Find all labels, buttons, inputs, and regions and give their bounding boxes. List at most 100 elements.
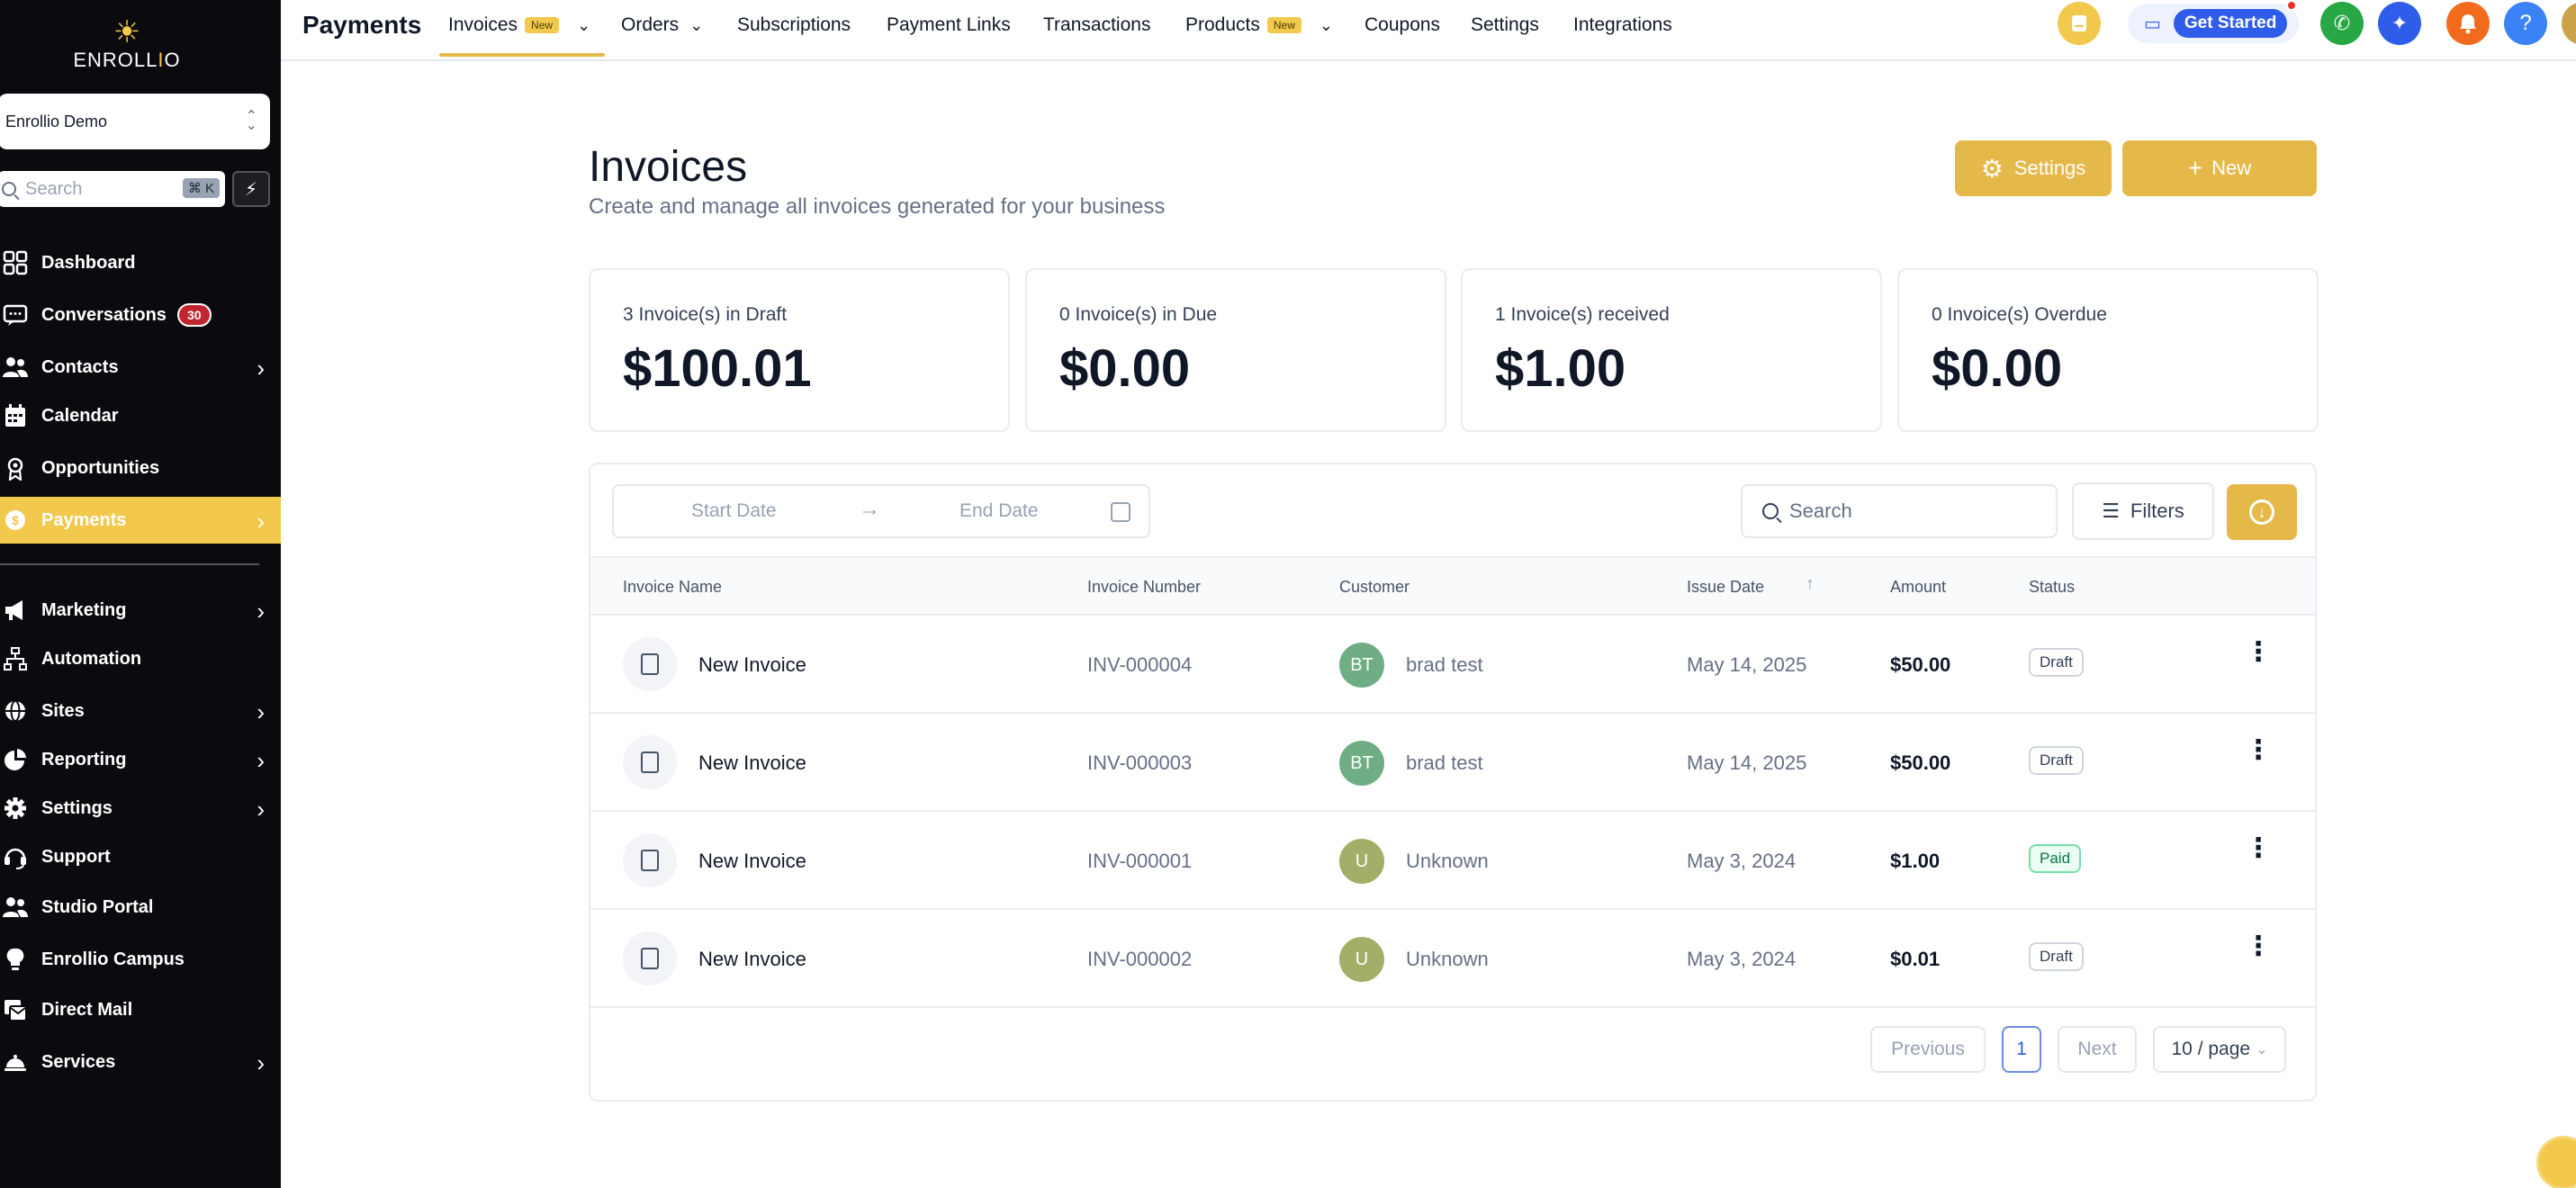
sidebar-item-label: Automation: [41, 648, 142, 669]
sidebar-item-sites[interactable]: Sites ›: [0, 688, 281, 734]
new-tag: New: [1266, 17, 1302, 33]
tab-payment-links[interactable]: Payment Links: [887, 14, 1011, 36]
column-header[interactable]: Amount: [1890, 578, 1946, 597]
document-icon: [623, 735, 677, 789]
table-row[interactable]: New Invoice INV-000004 BT brad test May …: [590, 616, 2315, 714]
invoice-name[interactable]: New Invoice: [698, 653, 806, 677]
sidebar-item-payments[interactable]: $ Payments ›: [0, 497, 281, 544]
chevron-right-icon: ›: [257, 508, 265, 535]
column-header[interactable]: Customer: [1339, 578, 1410, 597]
ai-sparkle-icon[interactable]: ✦: [2378, 2, 2421, 45]
sidebar-item-support[interactable]: Support: [0, 833, 281, 880]
tab-label: Products: [1185, 14, 1260, 35]
settings-button[interactable]: ⚙ Settings: [1955, 140, 2112, 196]
sidebar-item-calendar[interactable]: Calendar: [0, 392, 281, 439]
sidebar-item-reporting[interactable]: Reporting ›: [0, 736, 281, 783]
tab-settings[interactable]: Settings: [1471, 14, 1539, 36]
invoice-name[interactable]: New Invoice: [698, 752, 806, 775]
sidebar-item-services[interactable]: Services ›: [0, 1039, 281, 1085]
more-options-icon[interactable]: ⋮: [2245, 933, 2272, 960]
tab-integrations[interactable]: Integrations: [1573, 14, 1672, 36]
get-started-button[interactable]: Get Started: [2173, 9, 2288, 38]
avatar[interactable]: [2562, 2, 2576, 45]
sidebar-item-label: Enrollio Campus: [41, 949, 185, 969]
quick-action-button[interactable]: ⚡: [232, 171, 270, 207]
document-icon: [623, 637, 677, 691]
bell-icon[interactable]: [2446, 2, 2490, 45]
invoice-name[interactable]: New Invoice: [698, 850, 806, 873]
filters-button[interactable]: ☰ Filters: [2072, 482, 2214, 540]
sidebar-item-automation[interactable]: Automation: [0, 635, 281, 682]
sort-ascending-icon[interactable]: ↑: [1806, 574, 1815, 595]
sidebar-divider: [0, 563, 259, 565]
card-label: 0 Invoice(s) in Due: [1059, 304, 1218, 325]
tab-orders[interactable]: Orders ⌄: [621, 14, 703, 36]
chevron-right-icon: ›: [257, 1049, 265, 1076]
chevron-down-icon: ⌄: [2256, 1042, 2268, 1058]
tab-subscriptions[interactable]: Subscriptions: [737, 14, 851, 36]
more-options-icon[interactable]: ⋮: [2245, 737, 2272, 764]
card-label: 0 Invoice(s) Overdue: [1932, 304, 2107, 325]
chevron-down-icon[interactable]: ⌄: [1320, 16, 1333, 35]
sidebar-search[interactable]: Search ⌘ K: [0, 171, 225, 207]
start-date-input[interactable]: Start Date: [691, 500, 777, 522]
table-search-input[interactable]: Search: [1741, 484, 2058, 538]
invoice-name[interactable]: New Invoice: [698, 948, 806, 971]
phone-icon[interactable]: ✆: [2320, 2, 2364, 45]
table-row[interactable]: New Invoice INV-000003 BT brad test May …: [590, 714, 2315, 812]
table-header: Invoice Name Invoice Number Customer Iss…: [590, 556, 2315, 616]
date-range-picker[interactable]: Start Date → End Date: [612, 484, 1150, 538]
invoice-number: INV-000001: [1087, 850, 1193, 872]
new-invoice-button[interactable]: + New: [2122, 140, 2317, 196]
download-button[interactable]: ↓: [2227, 484, 2297, 540]
settings-button-label: Settings: [2013, 157, 2086, 179]
sidebar-item-conversations[interactable]: Conversations 30: [0, 292, 281, 338]
more-options-icon[interactable]: ⋮: [2245, 639, 2272, 666]
customer-avatar: BT: [1339, 643, 1384, 688]
issue-date: May 3, 2024: [1687, 948, 1797, 970]
column-header[interactable]: Status: [2029, 578, 2075, 597]
column-header[interactable]: Invoice Number: [1087, 578, 1201, 597]
table-row[interactable]: New Invoice INV-000002 U Unknown May 3, …: [590, 910, 2315, 1008]
column-header[interactable]: Invoice Name: [623, 578, 722, 597]
search-icon: [2, 182, 16, 196]
opportunities-icon: [2, 454, 29, 482]
tab-invoices[interactable]: Invoices New ⌄: [448, 14, 590, 36]
previous-page-button[interactable]: Previous: [1870, 1026, 1986, 1073]
sidebar-item-enrollio-campus[interactable]: Enrollio Campus: [0, 936, 281, 983]
column-header[interactable]: Issue Date: [1687, 578, 1764, 597]
sidebar-item-dashboard[interactable]: Dashboard: [0, 239, 281, 286]
sidebar-item-studio-portal[interactable]: Studio Portal: [0, 884, 281, 931]
sidebar-item-settings[interactable]: Settings ›: [0, 785, 281, 832]
card-label: 3 Invoice(s) in Draft: [623, 304, 788, 325]
tab-transactions[interactable]: Transactions: [1043, 14, 1150, 36]
sidebar-item-direct-mail[interactable]: Direct Mail: [0, 986, 281, 1033]
sun-icon: ☀: [113, 15, 141, 50]
issue-date: May 14, 2025: [1687, 653, 1807, 676]
next-page-button[interactable]: Next: [2058, 1026, 2137, 1073]
top-nav: Payments Invoices New ⌄ Orders ⌄ Subscri…: [281, 0, 2576, 61]
sidebar-item-marketing[interactable]: Marketing ›: [0, 587, 281, 634]
sidebar-item-label: Support: [41, 846, 111, 867]
end-date-input[interactable]: End Date: [959, 500, 1039, 522]
sidebar-item-contacts[interactable]: Contacts ›: [0, 344, 281, 391]
page-number-button[interactable]: 1: [2002, 1026, 2041, 1073]
chevron-down-icon[interactable]: ⌄: [577, 16, 590, 35]
tab-label: Coupons: [1365, 14, 1441, 35]
page-size-select[interactable]: 10 / page ⌄: [2153, 1026, 2286, 1073]
more-options-icon[interactable]: ⋮: [2245, 835, 2272, 862]
help-launcher-button[interactable]: [2536, 1136, 2576, 1188]
account-switcher[interactable]: Enrollio Demo ⌃ ⌄: [0, 94, 270, 149]
card-icon: ▭: [2144, 14, 2161, 34]
logo[interactable]: ☀ ENROLLIO: [0, 16, 254, 72]
sidebar-item-label: Studio Portal: [41, 896, 154, 917]
tab-coupons[interactable]: Coupons: [1365, 14, 1440, 36]
notes-icon[interactable]: [2058, 2, 2101, 45]
help-icon[interactable]: ?: [2504, 2, 2547, 45]
customer-name: Unknown: [1406, 850, 1489, 872]
table-row[interactable]: New Invoice INV-000001 U Unknown May 3, …: [590, 812, 2315, 910]
tab-products[interactable]: Products New ⌄: [1185, 14, 1333, 36]
get-started-widget[interactable]: ▭ Get Started: [2128, 0, 2299, 43]
invoice-number: INV-000004: [1087, 653, 1193, 676]
sidebar-item-opportunities[interactable]: Opportunities: [0, 445, 281, 491]
